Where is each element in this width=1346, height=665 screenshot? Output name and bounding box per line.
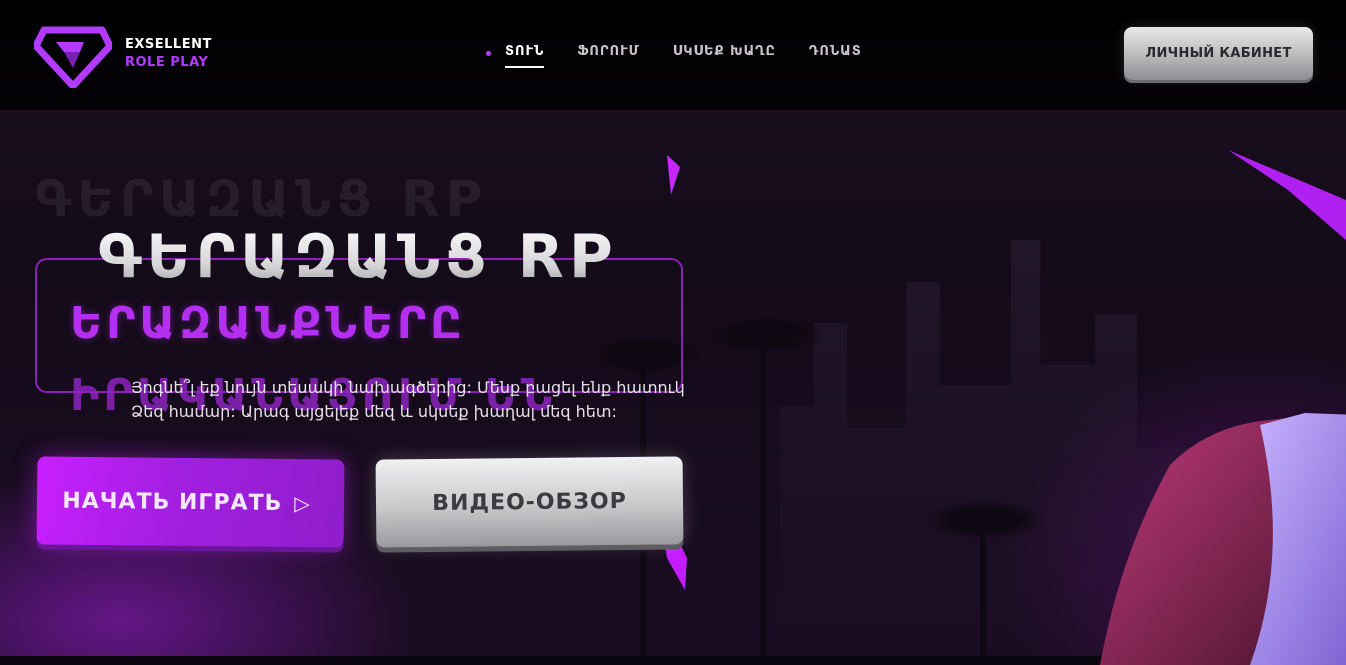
palm-crown: [705, 315, 825, 355]
palm-trunk: [980, 520, 986, 656]
nav-item-label: ՍԿՍԵՔ ԽԱՂԸ: [672, 44, 776, 59]
active-dot-icon: [486, 51, 491, 56]
nav-item-home[interactable]: ՏՈՒՆ: [485, 44, 545, 68]
start-playing-button[interactable]: НАЧАТЬ ИГРАТЬ ▷: [36, 456, 345, 548]
nav-item-label: ԴՈՆԱՏ: [808, 44, 862, 59]
video-button-label: ВИДЕО-ОБЗОР: [432, 488, 627, 516]
palm-crown: [925, 500, 1045, 540]
personal-cabinet-button[interactable]: ЛИЧНЫЙ КАБИНЕТ: [1124, 27, 1313, 80]
nav-item-donate[interactable]: ԴՈՆԱՏ: [809, 44, 862, 59]
brand-tagline[interactable]: ROLE PLAY: [125, 55, 208, 70]
cabinet-label: ЛИЧНЫЙ КАБИНЕТ: [1145, 46, 1292, 61]
ghost-title: ԳԵՐԱԶԱՆՑ RP: [35, 170, 489, 228]
nav-item-start-game[interactable]: ՍԿՍԵՔ ԽԱՂԸ: [673, 44, 776, 59]
video-review-button[interactable]: ВИДЕО-ОБЗОР: [375, 456, 684, 548]
character-figure: [1100, 413, 1346, 665]
play-triangle-icon: ▷: [294, 491, 311, 516]
hero-description: Յոգնե՞լ եք նույն տեսակի նախագծերից: Մենք…: [131, 376, 771, 424]
description-line: Ձեզ համար: Արագ այցելեք մեզ և սկսեք խաղա…: [131, 402, 617, 421]
hero-subtitle: ԵՐԱԶԱՆՔՆԵՐԸ: [70, 298, 466, 349]
main-nav: ՏՈՒՆ ՖՈՐՈՒՄ ՍԿՍԵՔ ԽԱՂԸ ԴՈՆԱՏ: [485, 44, 895, 68]
play-button-label: НАЧАТЬ ИГРАТЬ: [62, 488, 283, 516]
description-line: Յոգնե՞լ եք նույն տեսակի նախագծերից: Մենք…: [131, 378, 685, 397]
nav-item-label: ՏՈՒՆ: [505, 44, 545, 59]
logo-gem-icon[interactable]: [34, 24, 112, 88]
hero-title: ԳԵՐԱԶԱՆՑ RP: [98, 222, 618, 292]
purple-shard-top: [667, 155, 680, 195]
brand-name[interactable]: EXSELLENT: [125, 37, 212, 52]
purple-shard-right: [1228, 150, 1346, 240]
top-header: EXSELLENT ROLE PLAY ՏՈՒՆ ՖՈՐՈՒՄ ՍԿՍԵՔ ԽԱ…: [0, 0, 1346, 110]
active-underline: [505, 66, 545, 68]
nav-item-forum[interactable]: ՖՈՐՈՒՄ: [577, 44, 639, 59]
nav-item-label: ՖՈՐՈՒՄ: [577, 44, 640, 59]
